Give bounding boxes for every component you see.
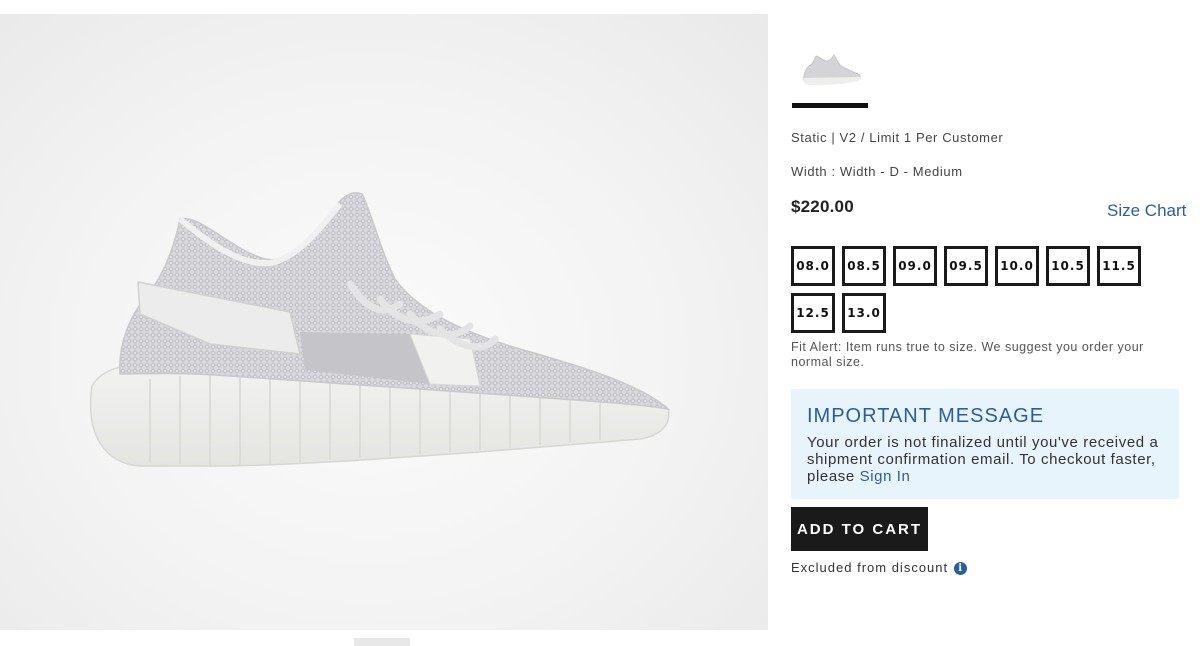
size-option[interactable]: 08.5 xyxy=(842,246,886,286)
sneaker-thumbnail-icon xyxy=(803,54,861,85)
excluded-text: Excluded from discount xyxy=(791,560,949,575)
size-option[interactable]: 08.0 xyxy=(791,246,835,286)
product-details: Static | V2 / Limit 1 Per Customer Width… xyxy=(768,0,1200,646)
size-option[interactable]: 09.5 xyxy=(944,246,988,286)
info-icon[interactable]: i xyxy=(954,562,968,575)
important-message-title: IMPORTANT MESSAGE xyxy=(807,405,1045,427)
product-image[interactable] xyxy=(0,14,768,630)
fit-alert: Fit Alert: Item runs true to size. We su… xyxy=(791,340,1144,369)
size-option[interactable]: 09.0 xyxy=(893,246,937,286)
size-option[interactable]: 13.0 xyxy=(842,293,886,333)
excluded-from-discount: Excluded from discount i xyxy=(791,560,968,575)
sign-in-link[interactable]: Sign In xyxy=(860,468,911,485)
important-message-box: IMPORTANT MESSAGE Your order is not fina… xyxy=(791,389,1179,499)
size-chart-link[interactable]: Size Chart xyxy=(1107,201,1186,221)
size-option[interactable]: 12.5 xyxy=(791,293,835,333)
gallery-strip xyxy=(354,638,410,646)
thumbnail-selected-indicator xyxy=(792,103,868,108)
product-price: $220.00 xyxy=(791,197,854,216)
add-to-cart-button[interactable]: ADD TO CART xyxy=(791,507,928,551)
size-option[interactable]: 10.5 xyxy=(1046,246,1090,286)
size-option[interactable]: 10.0 xyxy=(995,246,1039,286)
sneaker-illustration xyxy=(90,192,671,467)
product-thumbnail[interactable] xyxy=(794,38,868,98)
product-width: Width : Width - D - Medium xyxy=(791,164,963,179)
product-subtitle: Static | V2 / Limit 1 Per Customer xyxy=(791,130,1004,145)
size-option[interactable]: 11.5 xyxy=(1097,246,1141,286)
important-message-body: Your order is not finalized until you've… xyxy=(807,434,1163,485)
